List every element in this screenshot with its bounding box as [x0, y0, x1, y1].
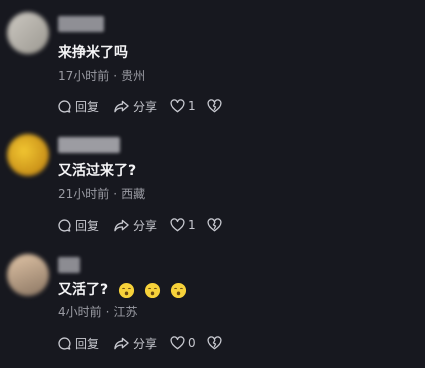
- username-blurred[interactable]: [58, 137, 120, 153]
- yawning-face-icon: [171, 282, 187, 298]
- comment-text: 来挣米了吗: [58, 45, 128, 61]
- comment-time: 4小时前: [58, 305, 102, 319]
- comment-location: 江苏: [113, 305, 138, 319]
- share-label: 分享: [133, 99, 158, 114]
- speech-bubble-icon: [57, 336, 72, 351]
- username-blurred[interactable]: [58, 257, 80, 273]
- meta-separator: ·: [105, 305, 110, 319]
- share-arrow-icon: [113, 99, 130, 114]
- comment-text: 又活过来了?: [58, 163, 137, 179]
- username-blurred[interactable]: [58, 16, 104, 32]
- broken-heart-icon: [207, 218, 222, 232]
- dislike-button[interactable]: [207, 218, 222, 232]
- like-button[interactable]: 1: [170, 99, 207, 113]
- comment-meta: 4小时前 · 江苏: [58, 305, 137, 319]
- comment-actions: 回复 分享 1: [57, 215, 222, 235]
- speech-bubble-icon: [57, 99, 72, 114]
- avatar[interactable]: [7, 12, 49, 54]
- comment-actions: 回复 分享 1: [57, 96, 222, 116]
- comment-text: 又活了?: [58, 281, 196, 299]
- meta-separator: ·: [113, 187, 118, 201]
- heart-icon: [170, 218, 185, 232]
- share-button[interactable]: 分享: [113, 217, 170, 234]
- avatar[interactable]: [7, 254, 49, 296]
- yawning-face-icon: [145, 282, 161, 298]
- dislike-button[interactable]: [207, 336, 222, 350]
- share-label: 分享: [133, 218, 158, 233]
- like-button[interactable]: 1: [170, 218, 207, 232]
- reply-label: 回复: [75, 336, 100, 351]
- reply-button[interactable]: 回复: [57, 335, 113, 352]
- reply-button[interactable]: 回复: [57, 98, 113, 115]
- broken-heart-icon: [207, 336, 222, 350]
- dislike-button[interactable]: [207, 99, 222, 113]
- share-button[interactable]: 分享: [113, 98, 170, 115]
- reply-label: 回复: [75, 218, 100, 233]
- share-button[interactable]: 分享: [113, 335, 170, 352]
- comment-location: 贵州: [121, 69, 146, 83]
- heart-icon: [170, 336, 185, 350]
- meta-separator: ·: [113, 69, 118, 83]
- heart-icon: [170, 99, 185, 113]
- comment-time: 21小时前: [58, 187, 110, 201]
- share-label: 分享: [133, 336, 158, 351]
- like-button[interactable]: 0: [170, 336, 207, 350]
- comment-list: 来挣米了吗 17小时前 · 贵州 回复 分享 1 又活过来了? 21小时前 · …: [0, 0, 425, 368]
- reply-label: 回复: [75, 99, 100, 114]
- broken-heart-icon: [207, 99, 222, 113]
- like-count: 0: [188, 336, 196, 350]
- yawning-face-icon: [119, 282, 135, 298]
- reply-button[interactable]: 回复: [57, 217, 113, 234]
- share-arrow-icon: [113, 336, 130, 351]
- like-count: 1: [188, 99, 196, 113]
- comment-meta: 21小时前 · 西藏: [58, 187, 145, 201]
- like-count: 1: [188, 218, 196, 232]
- emoji-group: [118, 282, 196, 299]
- comment-meta: 17小时前 · 贵州: [58, 69, 145, 83]
- speech-bubble-icon: [57, 218, 72, 233]
- avatar[interactable]: [7, 134, 49, 176]
- comment-location: 西藏: [121, 187, 146, 201]
- share-arrow-icon: [113, 218, 130, 233]
- comment-time: 17小时前: [58, 69, 110, 83]
- comment-actions: 回复 分享 0: [57, 333, 222, 353]
- comment-text-body: 又活了?: [58, 282, 109, 298]
